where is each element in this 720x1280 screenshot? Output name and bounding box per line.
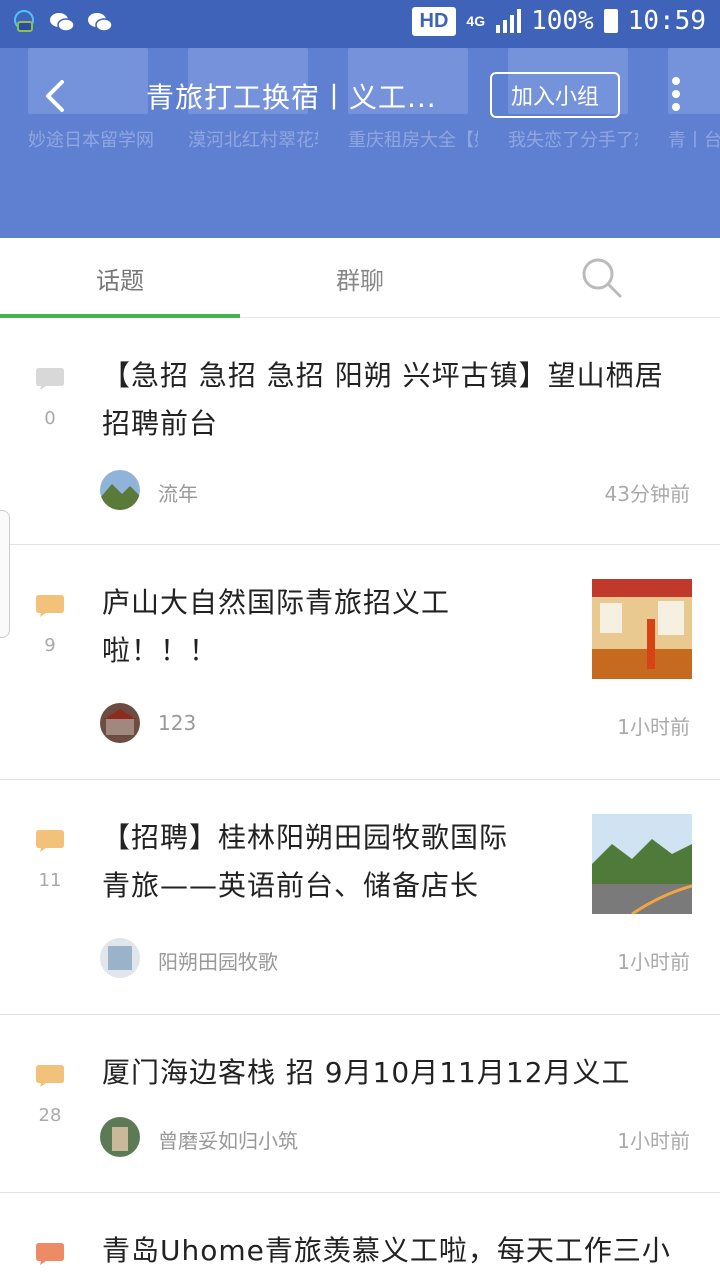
hd-badge: HD <box>411 6 457 36</box>
network-type: 4G <box>466 13 486 29</box>
signal-icon <box>496 9 522 33</box>
battery-percent: 100% <box>531 6 594 36</box>
comment-bubble-icon <box>36 368 64 390</box>
topic-title-line: 【急招 急招 急招 阳朔 兴坪古镇】望山栖居 <box>102 359 664 392</box>
topic-item[interactable]: 青岛Uhome青旅羡慕义工啦，每天工作三小 <box>0 1193 720 1280</box>
group-title: 青旅打工换宿丨义工... <box>146 81 437 114</box>
topic-item[interactable]: 28 厦门海边客栈 招 9月10月11月12月义工 曾磨妥如归小筑 1小时前 <box>0 1015 720 1193</box>
author-name: 123 <box>158 711 197 735</box>
wechat-icon <box>50 13 75 32</box>
more-options-icon[interactable] <box>666 74 686 118</box>
topic-title-line: 招聘前台 <box>102 407 219 440</box>
comment-bubble-icon <box>36 1243 64 1265</box>
topic-title-line: 庐山大自然国际青旅招义工 <box>102 586 451 619</box>
topic-title-line: 青旅——英语前台、储备店长 <box>102 869 480 902</box>
author-name: 阳朔田园牧歌 <box>158 950 278 974</box>
topic-item[interactable]: 0 【急招 急招 急招 阳朔 兴坪古镇】望山栖居 招聘前台 流年 43分钟前 <box>0 318 720 545</box>
wechat-icon-2 <box>88 13 113 32</box>
headset-notification-icon <box>14 10 34 32</box>
post-time: 1小时前 <box>617 1129 690 1153</box>
comment-count: 0 <box>44 408 56 429</box>
battery-icon <box>603 9 618 33</box>
post-time: 1小时前 <box>617 950 690 974</box>
topic-list: 0 【急招 急招 急招 阳朔 兴坪古镇】望山栖居 招聘前台 流年 43分钟前 9… <box>0 318 720 1280</box>
topic-title-line: 啦！！！ <box>102 634 219 667</box>
comment-count: 9 <box>44 635 56 656</box>
topic-item[interactable]: 9 庐山大自然国际青旅招义工 啦！！！ 123 1小时前 <box>0 545 720 780</box>
topic-item[interactable]: 11 【招聘】桂林阳朔田园牧歌国际 青旅——英语前台、储备店长 阳朔田园牧歌 1… <box>0 780 720 1015</box>
tab-topics[interactable]: 话题 <box>0 238 240 318</box>
topic-title-line: 【招聘】桂林阳朔田园牧歌国际 <box>102 821 509 854</box>
topic-thumbnail[interactable] <box>592 814 692 914</box>
avatar[interactable] <box>100 1117 140 1157</box>
avatar[interactable] <box>100 703 140 743</box>
status-bar: HD 4G 100% 10:59 <box>0 0 720 48</box>
topic-title-line: 厦门海边客栈 招 9月10月11月12月义工 <box>102 1056 631 1089</box>
comment-count: 28 <box>38 1105 62 1126</box>
avatar[interactable] <box>100 470 140 510</box>
tab-bar: 话题 群聊 <box>0 238 720 318</box>
clock: 10:59 <box>627 6 706 36</box>
post-time: 1小时前 <box>617 715 690 739</box>
topic-thumbnail[interactable] <box>592 579 692 679</box>
comment-bubble-icon <box>36 1065 64 1087</box>
comment-count: 11 <box>38 870 62 891</box>
toolbar: 青旅打工换宿丨义工... 加入小组 <box>0 48 720 144</box>
avatar[interactable] <box>100 938 140 978</box>
side-drawer-handle[interactable] <box>0 510 10 638</box>
tab-group-chat[interactable]: 群聊 <box>240 238 480 318</box>
author-name: 曾磨妥如归小筑 <box>158 1129 298 1153</box>
search-icon[interactable] <box>580 256 624 300</box>
comment-bubble-icon <box>36 595 64 617</box>
author-name: 流年 <box>158 482 198 506</box>
back-arrow-icon[interactable] <box>38 76 78 116</box>
topic-title-line: 青岛Uhome青旅羡慕义工啦，每天工作三小 <box>102 1234 671 1267</box>
join-group-button[interactable]: 加入小组 <box>490 72 620 118</box>
post-time: 43分钟前 <box>604 482 690 506</box>
comment-bubble-icon <box>36 830 64 852</box>
group-header: 妙途日本留学网（免费... 漠河北红村翠花轩国际... 重庆租房大全【好评...… <box>0 48 720 238</box>
